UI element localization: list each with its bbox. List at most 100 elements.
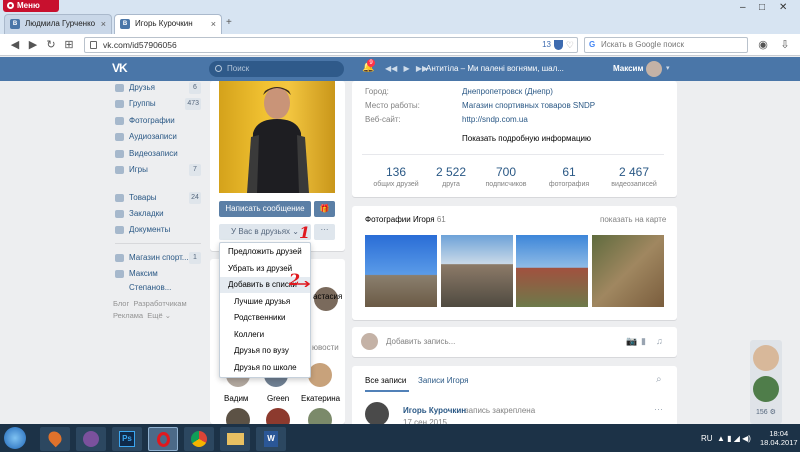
search-icon[interactable]: ⌕ [656, 374, 662, 385]
google-search-field[interactable]: G Искать в Google поиск [584, 37, 748, 53]
menu-item-relatives[interactable]: Родственники [220, 310, 310, 326]
in-friends-button[interactable]: У Вас в друзьях ⌄ [219, 224, 311, 240]
footer-links[interactable]: Блог Разработчикам [113, 299, 187, 308]
now-playing-track[interactable]: Антитіла – Ми палені вогнями, шал... [426, 64, 564, 73]
new-tab-button[interactable]: + [226, 17, 232, 28]
menu-item-university[interactable]: Друзья по вузу [220, 343, 310, 359]
footer-link-blog[interactable]: Блог [113, 299, 129, 308]
language-indicator[interactable]: RU [701, 434, 713, 443]
tab-own-posts[interactable]: Записи Игоря [418, 376, 468, 385]
sidebar-item-friends[interactable]: Друзья 6 [115, 81, 201, 95]
shield-icon[interactable] [554, 40, 563, 50]
chat-avatar[interactable] [753, 376, 779, 402]
info-value[interactable]: http://sndp.com.ua [462, 115, 528, 124]
post-menu-icon[interactable]: ··· [654, 404, 663, 414]
player-controls[interactable]: ◀◀ ▶ ▶▶ [385, 64, 428, 73]
taskbar-chrome-icon[interactable] [184, 427, 214, 451]
photos-title[interactable]: Фотографии Игоря 61 [365, 215, 446, 224]
close-window-icon[interactable]: ✕ [779, 2, 787, 13]
stat-friends[interactable]: 2 522 друга [421, 165, 481, 188]
tab-igor[interactable]: B Игорь Курочкин × [114, 14, 222, 34]
photo-thumbnail[interactable] [441, 235, 513, 307]
sidebar-item-shop[interactable]: Магазин спорт... 1 [115, 251, 201, 265]
notifications-bell-icon[interactable]: 🔔 9 [362, 59, 375, 73]
friend-name[interactable]: Вадим [224, 394, 248, 403]
close-tab-icon[interactable]: × [101, 15, 106, 33]
close-tab-icon[interactable]: × [211, 15, 216, 33]
footer-link-more[interactable]: Ещё ⌄ [147, 311, 171, 320]
show-on-map-link[interactable]: показать на карте [600, 215, 666, 224]
tab-all-posts[interactable]: Все записи [365, 376, 406, 385]
chevron-down-icon[interactable]: ▾ [666, 64, 670, 72]
sidebar-item-maxim[interactable]: Максим Степанов... [115, 267, 201, 292]
footer-link-dev[interactable]: Разработчикам [133, 299, 186, 308]
sidebar-item-photos[interactable]: Фотографии [115, 114, 201, 128]
sidebar-item-groups[interactable]: Группы 473 [115, 97, 201, 111]
opera-menu-button[interactable]: Меню [3, 0, 59, 12]
menu-item-school[interactable]: Друзья по школе [220, 360, 310, 376]
clock[interactable]: 18:04 18.04.2017 [760, 429, 798, 447]
maximize-icon[interactable]: □ [759, 2, 765, 13]
music-icon[interactable]: ♫ [656, 336, 663, 346]
sidebar-item-documents[interactable]: Документы [115, 223, 201, 237]
menu-item-best-friends[interactable]: Лучшие друзья [220, 294, 310, 310]
photo-thumbnail[interactable] [592, 235, 664, 307]
user-avatar[interactable] [646, 61, 662, 77]
download-icon[interactable]: ⇩ [778, 38, 792, 52]
send-message-button[interactable]: Написать сообщение [219, 201, 311, 217]
footer-links-2[interactable]: Реклама Ещё ⌄ [113, 311, 171, 320]
back-icon[interactable]: ◀ [8, 38, 22, 52]
menu-item-colleagues[interactable]: Коллеги [220, 327, 310, 343]
gift-icon[interactable]: 🎁 [314, 201, 335, 217]
taskbar-viber-icon[interactable] [76, 427, 106, 451]
vk-search-input[interactable]: Поиск [209, 61, 344, 77]
friend-name[interactable]: астасия [313, 292, 342, 301]
online-friends-count[interactable]: 156 ⚙ [756, 408, 776, 416]
friend-name[interactable]: Green [267, 394, 289, 403]
tray-icons[interactable]: ▲ ▮ ◢ ◀) [717, 434, 751, 443]
taskbar-photoshop-icon[interactable]: Ps [112, 427, 142, 451]
extension-icon[interactable]: ◉ [756, 38, 770, 52]
sidebar-item-goods[interactable]: Товары 24 [115, 191, 201, 205]
more-actions-button[interactable]: ··· [314, 224, 335, 240]
sidebar-item-games[interactable]: Игры 7 [115, 163, 201, 177]
url-field[interactable]: vk.com/id57906056 13 ♡ [84, 37, 578, 53]
stat-videos[interactable]: 2 467 видеозаписей [604, 165, 664, 188]
windows-start-icon[interactable] [4, 427, 26, 449]
info-value[interactable]: Днепропетровск (Днепр) [462, 87, 553, 96]
show-details-link[interactable]: Показать подробную информацию [462, 134, 591, 143]
minimize-icon[interactable]: – [740, 2, 746, 13]
sidebar-item-video[interactable]: Видеозаписи [115, 147, 201, 161]
chat-avatar[interactable] [753, 345, 779, 371]
reload-icon[interactable]: ↻ [44, 38, 58, 52]
taskbar-explorer-icon[interactable] [220, 427, 250, 451]
post-author[interactable]: Игорь Курочкин [403, 406, 466, 415]
taskbar-maps-icon[interactable] [40, 427, 70, 451]
camera-icon[interactable]: 📷 [626, 336, 637, 347]
friend-name[interactable]: Екатерина [301, 394, 340, 403]
profile-person-figure [247, 87, 309, 193]
bookmark-heart-icon[interactable]: ♡ [566, 38, 574, 52]
photo-thumbnail[interactable] [516, 235, 588, 307]
speed-dial-icon[interactable]: ⊞ [62, 38, 76, 52]
tab-lyudmila[interactable]: B Людмила Гурченко × [4, 14, 112, 34]
sidebar-item-audio[interactable]: Аудиозаписи [115, 130, 201, 144]
vk-logo[interactable]: VK [112, 61, 128, 75]
info-value[interactable]: Магазин спортивных товаров SNDP [462, 101, 595, 110]
sidebar-item-bookmarks[interactable]: Закладки [115, 207, 201, 221]
video-icon[interactable]: ▮ [641, 336, 646, 347]
forward-icon[interactable]: ▶ [26, 38, 40, 52]
stat-followers[interactable]: 700 подписчиков [476, 165, 536, 188]
sidebar-divider [115, 243, 201, 244]
friend-avatar[interactable] [308, 363, 332, 387]
taskbar-opera-icon[interactable] [148, 427, 178, 451]
menu-item-suggest[interactable]: Предложить друзей [220, 244, 310, 260]
user-name[interactable]: Максим [613, 64, 643, 73]
avatar[interactable] [365, 402, 389, 426]
stat-common-friends[interactable]: 136 общих друзей [366, 165, 426, 188]
new-post-input[interactable]: Добавить запись... [386, 337, 455, 346]
stat-photos[interactable]: 61 фотография [539, 165, 599, 188]
footer-link-ads[interactable]: Реклама [113, 311, 143, 320]
photo-thumbnail[interactable] [365, 235, 437, 307]
taskbar-word-icon[interactable]: W [256, 427, 286, 451]
